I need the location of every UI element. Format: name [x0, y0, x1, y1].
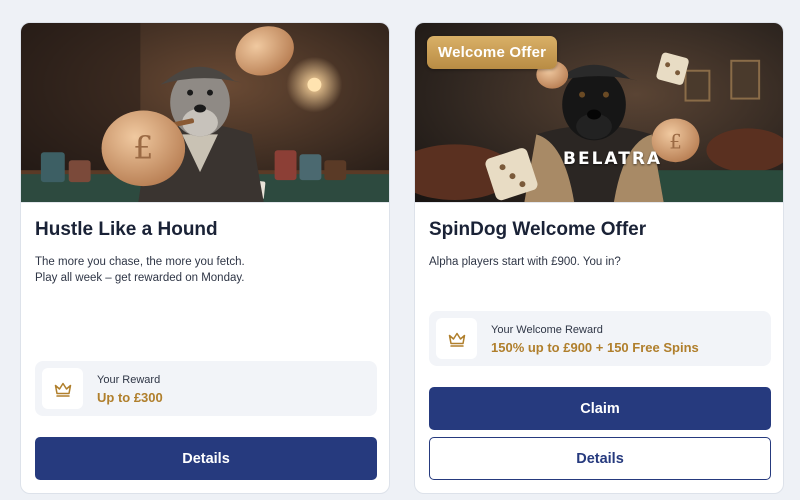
reward-label: Your Reward [97, 374, 161, 386]
crown-icon [42, 368, 83, 409]
promo-card-welcome-offer: £ Welcome Offer BELATRA SpinDog Welcome … [414, 22, 784, 494]
reward-box: Your Reward Up to £300 [35, 361, 377, 416]
card-title: Hustle Like a Hound [35, 219, 218, 240]
poker-dog-illustration: £ [21, 23, 389, 202]
svg-text:£: £ [669, 130, 682, 153]
details-button[interactable]: Details [429, 437, 771, 480]
promo-card-hustle: £ Hustle Like a Hound The more you chase… [20, 22, 390, 494]
reward-value: 150% up to £900 + 150 Free Spins [491, 340, 699, 355]
reward-label: Your Welcome Reward [491, 324, 603, 336]
brand-logo: BELATRA [563, 149, 663, 169]
card-description: The more you chase, the more you fetch. … [35, 254, 375, 286]
crown-icon [436, 318, 477, 359]
svg-text:£: £ [133, 129, 153, 167]
description-line: The more you chase, the more you fetch. [35, 256, 245, 268]
description-line: Play all week – get rewarded on Monday. [35, 272, 245, 284]
description-line: Alpha players start with £900. You in? [429, 256, 621, 268]
reward-box: Your Welcome Reward 150% up to £900 + 15… [429, 311, 771, 366]
card-hero-image: £ [21, 23, 389, 203]
reward-value: Up to £300 [97, 390, 163, 405]
card-title: SpinDog Welcome Offer [429, 219, 647, 240]
claim-button[interactable]: Claim [429, 387, 771, 430]
details-button[interactable]: Details [35, 437, 377, 480]
welcome-offer-badge: Welcome Offer [427, 36, 558, 69]
card-hero-image: £ Welcome Offer BELATRA [415, 23, 783, 203]
card-description: Alpha players start with £900. You in? [429, 254, 769, 270]
